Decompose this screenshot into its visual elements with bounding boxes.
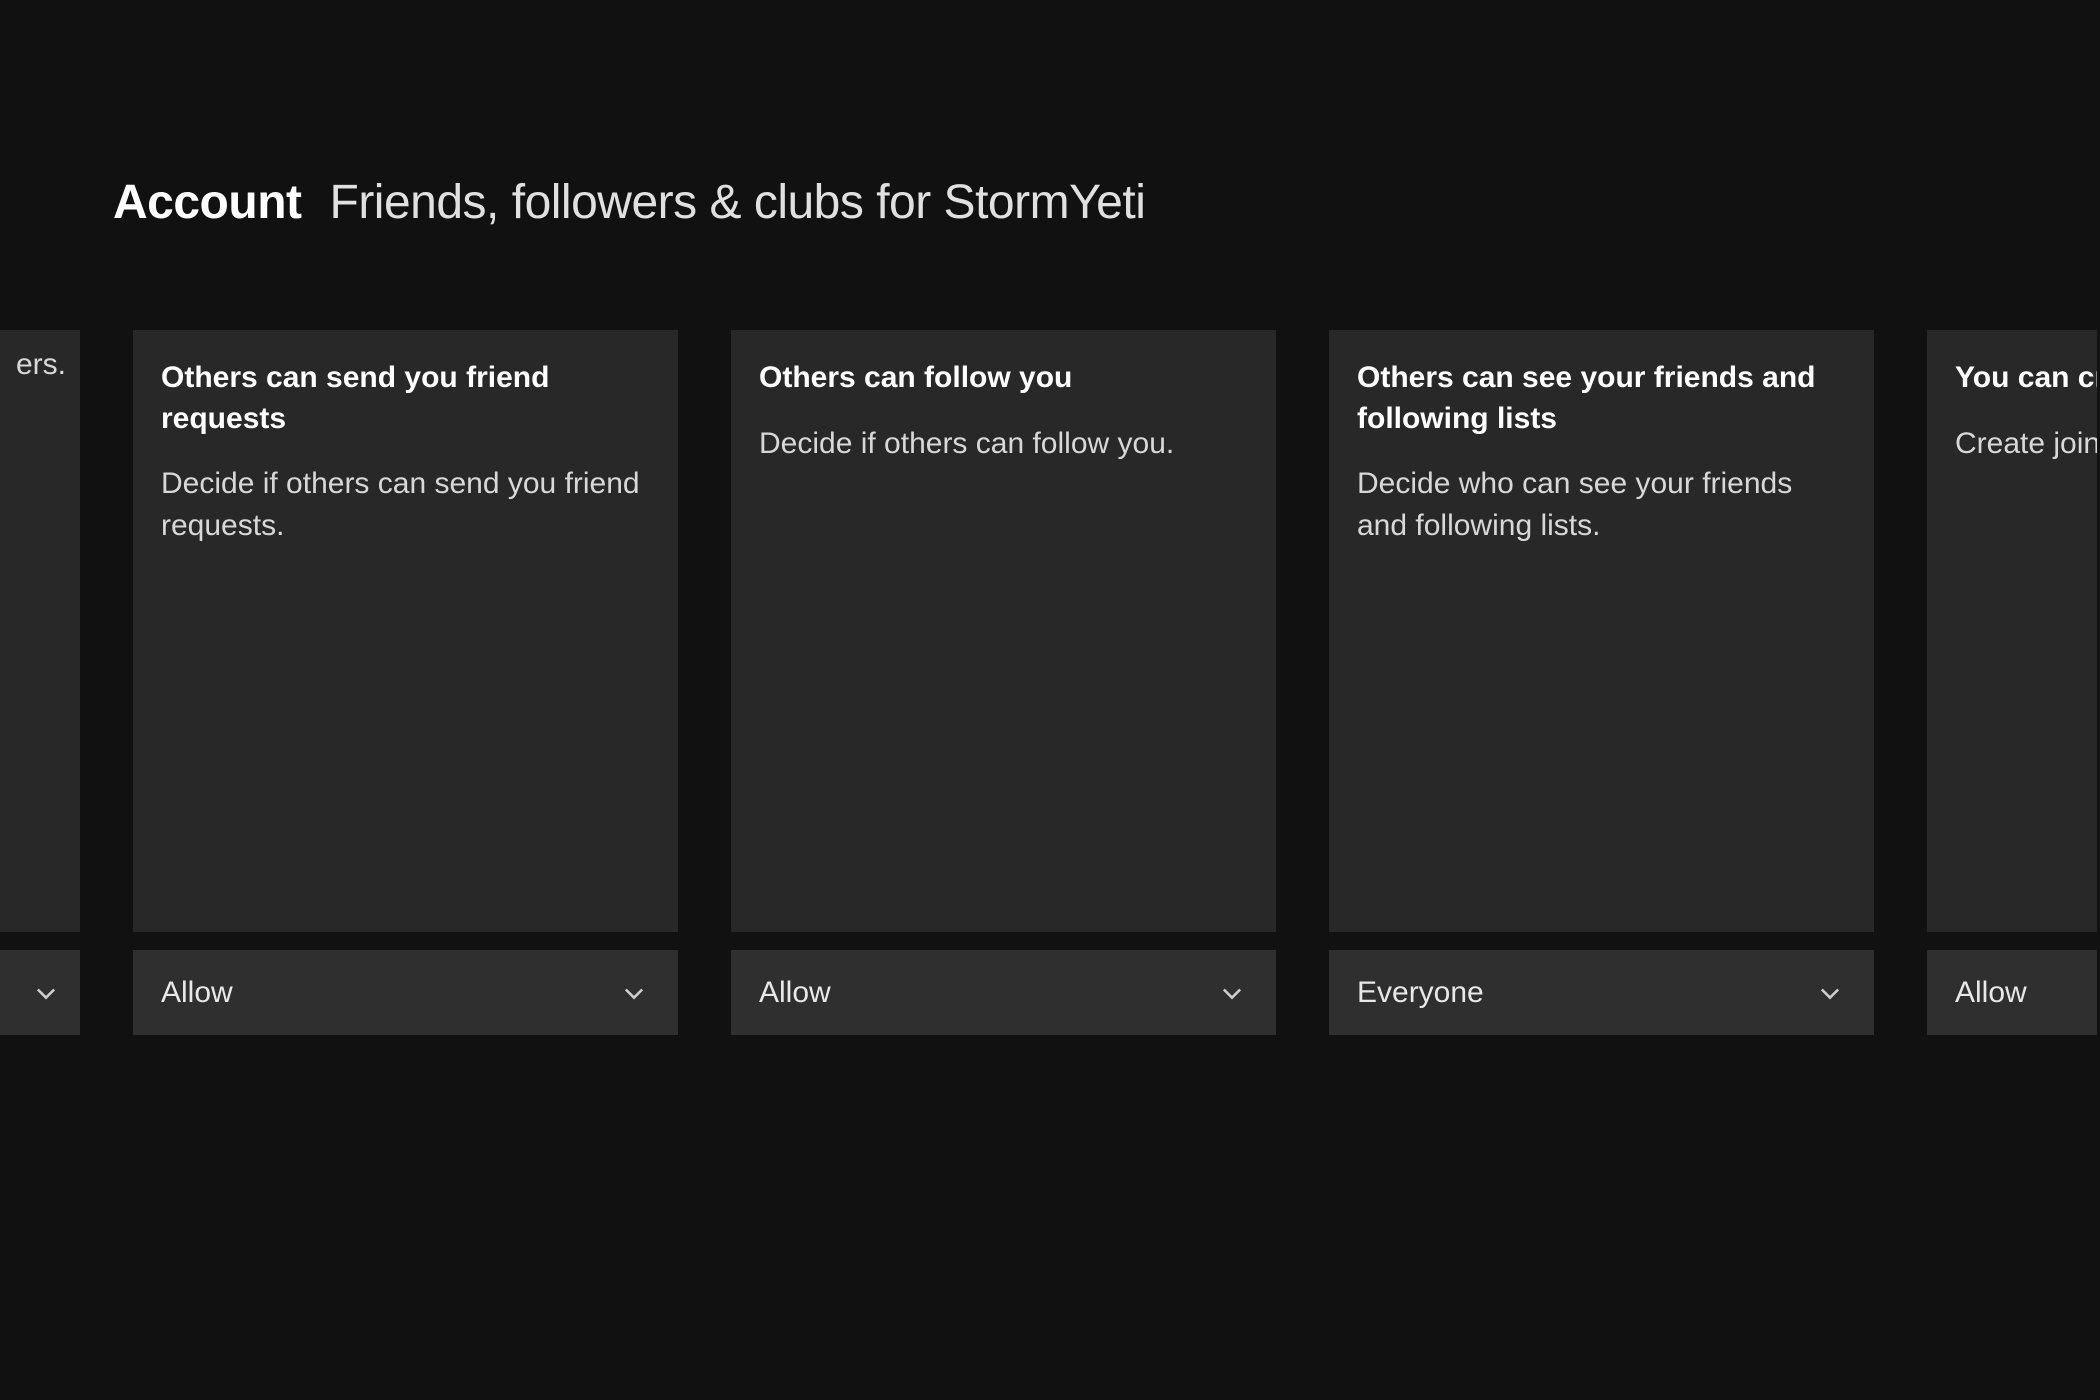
header-title: Friends, followers & clubs for StormYeti [330, 175, 1146, 230]
setting-card-friends-lists: Others can see your friends and followin… [1329, 330, 1874, 1035]
setting-card-spacer [0, 417, 80, 932]
settings-cards-row: ers. Others can send you friend requests… [0, 330, 2100, 1035]
setting-card-friend-requests: Others can send you friend requests Deci… [133, 330, 678, 1035]
setting-card-desc: Decide who can see your friends and foll… [1357, 463, 1846, 547]
setting-card-body: Others can see your friends and followin… [1329, 330, 1874, 932]
setting-card-title: Others can follow you [759, 358, 1248, 399]
setting-card-title-fragment: You can cre [1955, 358, 2097, 399]
setting-select-partial-right[interactable]: Allow [1927, 950, 2097, 1035]
setting-select-follow[interactable]: Allow [731, 950, 1276, 1035]
setting-card-body: Others can send you friend requests Deci… [133, 330, 678, 932]
chevron-down-icon [32, 979, 60, 1007]
setting-select-value: Allow [161, 976, 233, 1010]
setting-card-body: Others can follow you Decide if others c… [731, 330, 1276, 932]
setting-select-value: Allow [1955, 976, 2027, 1010]
setting-select-friend-requests[interactable]: Allow [133, 950, 678, 1035]
setting-card-partial-right: You can cre Create join, Allow [1927, 330, 2097, 1035]
setting-card-body: ers. [0, 330, 80, 932]
setting-select-partial-left[interactable] [0, 950, 80, 1035]
setting-select-friends-lists[interactable]: Everyone [1329, 950, 1874, 1035]
setting-card-partial-left: ers. [0, 330, 80, 1035]
header-section: Account [113, 175, 302, 230]
chevron-down-icon [1816, 979, 1844, 1007]
chevron-down-icon [620, 979, 648, 1007]
setting-card-desc-fragment: Create join, [1955, 423, 2097, 465]
setting-select-value: Everyone [1357, 976, 1484, 1010]
setting-card-desc: Decide if others can follow you. [759, 423, 1248, 465]
setting-card-desc: Decide if others can send you friend req… [161, 463, 650, 547]
page-header: Account Friends, followers & clubs for S… [113, 175, 1145, 230]
setting-card-body: You can cre Create join, [1927, 330, 2097, 932]
setting-select-value: Allow [759, 976, 831, 1010]
setting-card-title: Others can see your friends and followin… [1357, 358, 1846, 439]
setting-card-follow: Others can follow you Decide if others c… [731, 330, 1276, 1035]
setting-card-desc-fragment: ers. [0, 330, 80, 417]
setting-card-title: Others can send you friend requests [161, 358, 650, 439]
chevron-down-icon [1218, 979, 1246, 1007]
